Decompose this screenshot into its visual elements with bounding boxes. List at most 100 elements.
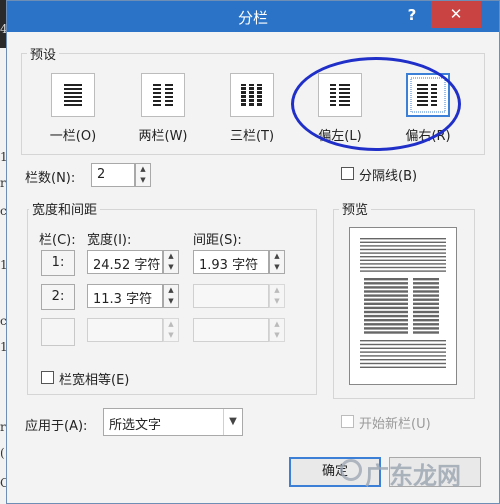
preview-line [360,259,446,261]
spin-down-icon[interactable]: ▼ [270,262,284,273]
preview-line [364,310,408,314]
preview-line [360,347,446,349]
preview-line [413,331,439,334]
column-width-input[interactable]: 24.52 字符 [87,250,163,274]
preview-line [364,306,408,310]
preview-line [360,270,446,272]
spin-up-icon[interactable]: ▲ [164,285,178,296]
spin-down-icon[interactable]: ▼ [164,296,178,307]
preview-line [364,319,408,322]
spin-down-icon: ▼ [168,331,174,339]
preview-line [413,278,439,281]
preview-line [360,340,446,342]
preview-line [360,263,446,265]
preset-right-column[interactable]: 偏右(R) [403,73,453,144]
column-spacing-spinner[interactable]: ▲ ▼ [269,250,285,274]
preview-line [364,314,408,318]
preview-line [360,241,446,243]
column-spacing-input [193,284,269,308]
preset-three-columns[interactable]: 三栏(T) [227,73,277,144]
preview-line [413,314,439,318]
right-column-icon [406,73,450,117]
new-column-checkbox [341,415,354,428]
doc-char: r [0,420,6,434]
column-number: 1: [51,255,65,270]
column-width-value: 11.3 字符 [93,292,153,307]
preview-line [413,306,439,310]
preview-line [413,327,439,330]
two-columns-icon [141,73,185,117]
preview-line [364,294,408,297]
spacing-header: 间距(S): [193,233,242,248]
column-number-button[interactable]: 2: [41,284,75,310]
preview-line [360,355,446,357]
preview-line [360,359,446,361]
column-count-value: 2 [97,167,106,182]
width-spacing-group-label: 宽度和间距 [29,199,101,218]
width-header: 宽度(I): [87,233,132,248]
columns-dialog: 分栏 ? ✕ 预设 一栏(O) 两栏(W) 三栏(T) 偏左(L) 偏右(R) [6,0,500,504]
separator-label: 分隔线(B) [359,169,418,184]
apply-to-label: 应用于(A): [25,419,88,434]
spin-up-icon[interactable]: ▲ [270,251,284,262]
preset-one-column-label: 一栏(O) [49,129,97,144]
help-button[interactable]: ? [395,2,429,28]
spin-down-icon[interactable]: ▼ [164,262,178,273]
spin-down-icon: ▼ [274,297,280,305]
column-number: 2: [51,289,65,304]
preview-line [413,302,439,305]
preset-two-columns-label: 两栏(W) [138,129,188,144]
column-width-spinner[interactable]: ▲ ▼ [163,250,179,274]
spin-up-icon: ▲ [168,320,174,328]
preview-line [413,294,439,297]
preview-line [360,266,446,269]
column-count-input[interactable]: 2 [91,163,135,187]
close-icon: ✕ [449,5,463,23]
spin-up-icon[interactable]: ▲ [136,164,150,175]
column-spacing-value: 1.93 字符 [199,258,259,273]
preset-one-column[interactable]: 一栏(O) [48,73,98,144]
preset-left-column[interactable]: 偏左(L) [315,73,365,144]
left-column-icon [318,73,362,117]
column-width-input[interactable]: 11.3 字符 [87,284,163,308]
column-spacing-input[interactable]: 1.93 字符 [193,250,269,274]
doc-char: r [0,176,6,190]
chevron-down-icon: ▼ [223,409,242,435]
watermark-logo-icon [340,459,362,481]
column-number-button[interactable]: 1: [41,250,75,276]
preview-line [413,298,439,301]
preview-line [364,278,408,281]
preview-line [413,323,439,326]
equal-width-checkbox[interactable] [41,371,54,384]
close-button[interactable]: ✕ [431,1,481,28]
preset-two-columns[interactable]: 两栏(W) [138,73,188,144]
preview-line [360,351,446,353]
preview-line [413,282,439,285]
preview-line [364,286,408,289]
column-spacing-spinner: ▲ ▼ [269,318,285,342]
title-bar: 分栏 ? ✕ [7,1,499,32]
column-width-spinner[interactable]: ▲ ▼ [163,284,179,308]
column-width-spinner: ▲ ▼ [163,318,179,342]
preview-line [364,323,408,326]
separator-checkbox[interactable] [341,167,354,180]
watermark-text: 广东龙网 [365,462,461,490]
apply-to-select[interactable]: 所选文字 ▼ [103,408,243,436]
preview-line [360,256,446,258]
preview-line [364,282,408,285]
preview-line [364,327,408,330]
spin-up-icon[interactable]: ▲ [164,251,178,262]
spin-down-icon: ▼ [274,331,280,339]
preset-right-column-label: 偏右(R) [405,129,451,144]
preview-line [360,245,446,247]
presets-group-label: 预设 [27,44,60,63]
doc-char: ( [0,446,5,460]
preview-page [349,227,457,385]
column-count-spinner[interactable]: ▲ ▼ [135,163,151,187]
preview-line [364,302,408,305]
spin-up-icon: ▲ [274,320,280,328]
three-columns-icon [230,73,274,117]
preset-three-columns-label: 三栏(T) [229,129,275,144]
spin-down-icon[interactable]: ▼ [136,175,150,186]
new-column-label: 开始新栏(U) [359,417,431,432]
